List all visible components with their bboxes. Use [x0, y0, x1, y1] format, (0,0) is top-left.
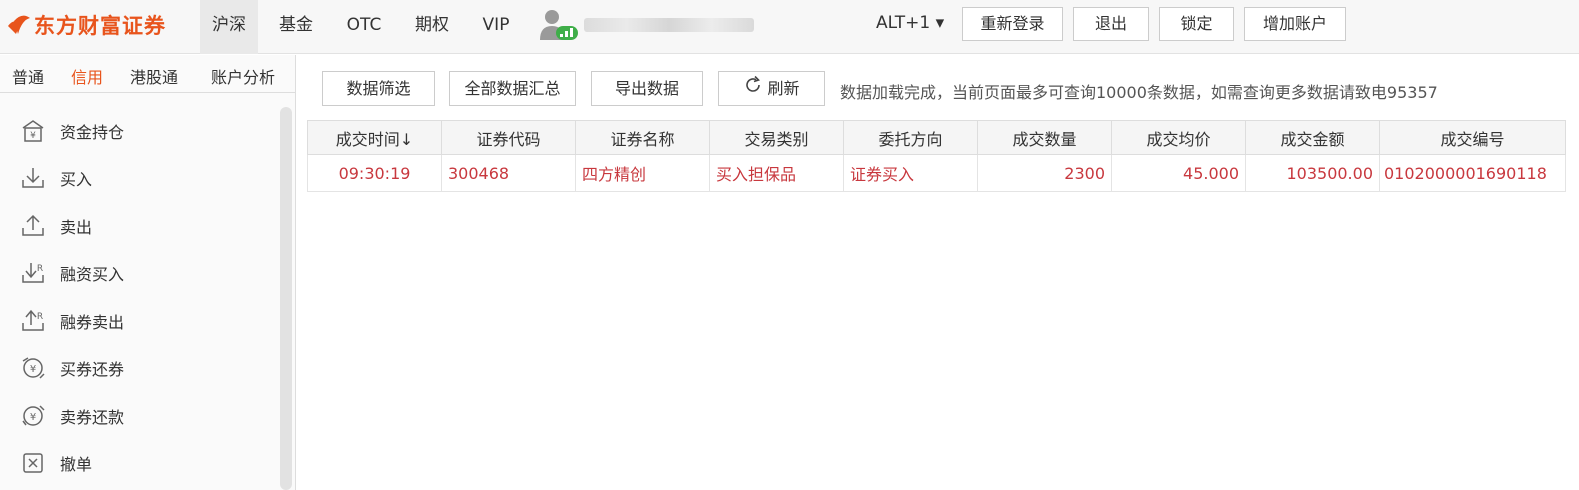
sidebar-scrollbar[interactable]: [280, 107, 292, 490]
sidebar-tab-credit[interactable]: 信用: [71, 64, 103, 88]
cell-security-name: 四方精创: [575, 154, 710, 192]
filter-data-button[interactable]: 数据筛选: [322, 71, 435, 106]
refresh-icon: [743, 73, 763, 106]
sidebar-item-margin-buy[interactable]: R 融资买入: [20, 258, 124, 288]
refresh-button[interactable]: 刷新: [718, 71, 825, 106]
tab-vip[interactable]: VIP: [468, 0, 524, 54]
status-notice: 数据加载完成，当前页面最多可查询10000条数据，如需查询更多数据请致电9535…: [840, 83, 1438, 102]
sidebar-item-buy-to-return[interactable]: ¥ 买券还券: [20, 353, 124, 383]
add-account-button[interactable]: 增加账户: [1244, 7, 1346, 41]
sidebar-item-buy[interactable]: 买入: [20, 163, 92, 193]
trades-table: 成交时间↓ 证券代码 证券名称 交易类别 委托方向 成交数量 成交均价 成交金额…: [307, 120, 1566, 192]
masked-account-name: [584, 18, 754, 32]
user-avatar-icon: [538, 8, 580, 42]
svg-text:¥: ¥: [30, 131, 36, 141]
col-header-trade-time[interactable]: 成交时间↓: [307, 120, 442, 155]
table-header-row: 成交时间↓ 证券代码 证券名称 交易类别 委托方向 成交数量 成交均价 成交金额…: [307, 120, 1566, 155]
cell-trade-id: 0102000001690118: [1379, 154, 1566, 192]
sidebar-tab-hk-connect[interactable]: 港股通: [130, 64, 178, 88]
sidebar-item-cancel-order[interactable]: 撤单: [20, 448, 92, 478]
col-header-trade-id[interactable]: 成交编号: [1379, 120, 1566, 155]
sidebar-item-label: 卖出: [60, 218, 93, 237]
download-arrow-icon: [22, 168, 44, 188]
cell-trade-type: 买入担保品: [709, 154, 844, 192]
summary-all-button[interactable]: 全部数据汇总: [449, 71, 576, 106]
short-sell-icon: R: [22, 309, 44, 331]
cell-trade-time: 09:30:19: [307, 154, 442, 192]
sidebar-item-label: 资金持仓: [60, 123, 125, 142]
sidebar-item-sell-to-repay[interactable]: ¥ 卖券还款: [20, 401, 124, 431]
tab-otc[interactable]: OTC: [336, 0, 392, 54]
col-header-avg-price[interactable]: 成交均价: [1111, 120, 1246, 155]
sidebar-tab-account-analysis[interactable]: 账户分析: [211, 64, 275, 88]
buy-return-icon: ¥: [22, 357, 45, 379]
refresh-label: 刷新: [767, 79, 800, 98]
sidebar-item-funds-holdings[interactable]: ¥ 资金持仓: [20, 116, 124, 146]
main-panel: 数据筛选 全部数据汇总 导出数据 刷新 数据加载完成，当前页面最多可查询1000…: [307, 55, 1579, 490]
cell-avg-price: 45.000: [1111, 154, 1246, 192]
cell-quantity: 2300: [977, 154, 1112, 192]
sidebar-item-label: 卖券还款: [60, 408, 125, 427]
tab-options[interactable]: 期权: [404, 0, 460, 54]
col-header-security-code[interactable]: 证券代码: [441, 120, 576, 155]
brand-logo: 东方财富证券: [6, 10, 166, 40]
sidebar-item-label: 买券还券: [60, 360, 125, 379]
logo-icon: [6, 12, 32, 38]
tab-shanghai-shenzhen[interactable]: 沪深: [200, 0, 258, 54]
sidebar-item-label: 融券卖出: [60, 313, 125, 332]
funds-icon: ¥: [22, 120, 44, 142]
table-row[interactable]: 09:30:19 300468 四方精创 买入担保品 证券买入 2300 45.…: [307, 154, 1566, 192]
top-bar: 东方财富证券 沪深 基金 OTC 期权 VIP ALT+1 ▾ 重新登录 退出 …: [0, 0, 1579, 54]
margin-buy-icon: R: [22, 263, 44, 283]
upload-arrow-icon: [22, 214, 44, 236]
sidebar-item-label: 融资买入: [60, 265, 125, 284]
sidebar-tabs: 普通 信用 港股通 账户分析: [0, 55, 295, 93]
sidebar-item-label: 买入: [60, 170, 93, 189]
svg-text:R: R: [37, 264, 43, 274]
cell-security-code: 300468: [441, 154, 576, 192]
sell-repay-icon: ¥: [22, 405, 45, 426]
col-header-trade-type[interactable]: 交易类别: [709, 120, 844, 155]
cancel-order-icon: [23, 453, 43, 473]
cell-amount: 103500.00: [1245, 154, 1380, 192]
col-header-direction[interactable]: 委托方向: [843, 120, 978, 155]
account-switcher[interactable]: ALT+1 ▾: [876, 13, 944, 33]
col-header-amount[interactable]: 成交金额: [1245, 120, 1380, 155]
brand-name: 东方财富证券: [34, 14, 166, 38]
sidebar: 普通 信用 港股通 账户分析 ¥ 资金持仓 买入 卖出 R 融资买入 R 融券卖…: [0, 55, 296, 490]
sidebar-tab-normal[interactable]: 普通: [12, 64, 44, 88]
relogin-button[interactable]: 重新登录: [962, 7, 1063, 41]
sidebar-item-short-sell[interactable]: R 融券卖出: [20, 306, 124, 336]
export-data-button[interactable]: 导出数据: [591, 71, 703, 106]
sidebar-item-label: 撤单: [60, 455, 93, 474]
svg-text:¥: ¥: [30, 412, 36, 423]
svg-text:R: R: [37, 312, 43, 322]
svg-text:¥: ¥: [30, 364, 36, 375]
tab-fund[interactable]: 基金: [268, 0, 324, 54]
sidebar-item-sell[interactable]: 卖出: [20, 211, 92, 241]
lock-button[interactable]: 锁定: [1159, 7, 1234, 41]
col-header-quantity[interactable]: 成交数量: [977, 120, 1112, 155]
cell-direction: 证券买入: [843, 154, 978, 192]
logout-button[interactable]: 退出: [1073, 7, 1149, 41]
user-account[interactable]: [538, 8, 754, 42]
col-header-security-name[interactable]: 证券名称: [575, 120, 710, 155]
